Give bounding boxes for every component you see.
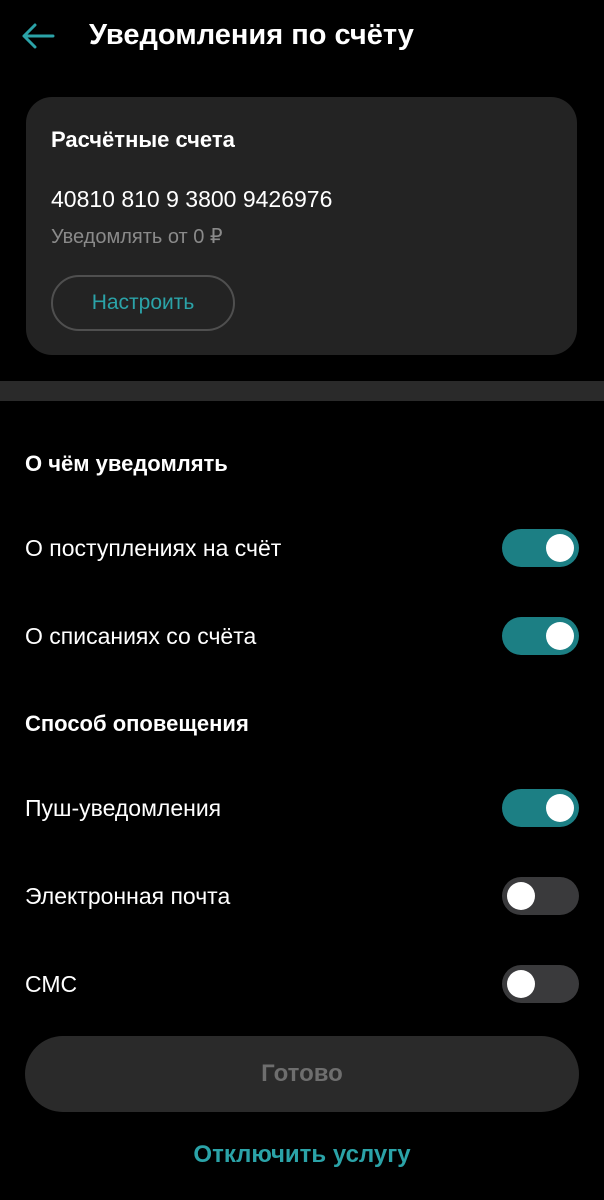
toggle-knob xyxy=(507,970,535,998)
toggle-label: О поступлениях на счёт xyxy=(25,535,282,561)
toggle-row-sms: СМС xyxy=(0,954,604,1014)
toggle-knob xyxy=(507,882,535,910)
account-card-title: Расчётные счета xyxy=(51,127,235,152)
incoming-toggle[interactable] xyxy=(502,529,579,567)
toggle-label: СМС xyxy=(25,971,78,997)
section-title-method: Способ оповещения xyxy=(25,711,249,736)
setup-button[interactable]: Настроить xyxy=(51,275,235,331)
back-button[interactable] xyxy=(14,12,62,60)
toggle-row-push: Пуш-уведомления xyxy=(0,778,604,838)
sms-toggle[interactable] xyxy=(502,965,579,1003)
disable-service-link[interactable]: Отключить услугу xyxy=(0,1138,604,1172)
app-header: Уведомления по счёту xyxy=(0,0,604,72)
toggle-row-incoming: О поступлениях на счёт xyxy=(0,518,604,578)
toggle-label: Электронная почта xyxy=(25,883,231,909)
section-title-what: О чём уведомлять xyxy=(25,451,228,476)
notify-threshold: Уведомлять от 0 ₽ xyxy=(51,226,223,248)
account-card: Расчётные счета 40810 810 9 3800 9426976… xyxy=(26,97,577,355)
outgoing-toggle[interactable] xyxy=(502,617,579,655)
toggle-label: О списаниях со счёта xyxy=(25,623,257,649)
toggle-row-email: Электронная почта xyxy=(0,866,604,926)
toggle-row-outgoing: О списаниях со счёта xyxy=(0,606,604,666)
toggle-knob xyxy=(546,794,574,822)
toggle-knob xyxy=(546,534,574,562)
toggle-label: Пуш-уведомления xyxy=(25,795,222,821)
email-toggle[interactable] xyxy=(502,877,579,915)
section-divider xyxy=(0,381,604,401)
account-number: 40810 810 9 3800 9426976 xyxy=(51,186,333,212)
toggle-knob xyxy=(546,622,574,650)
done-button[interactable]: Готово xyxy=(25,1036,579,1112)
arrow-left-icon xyxy=(22,23,55,49)
page-title: Уведомления по счёту xyxy=(89,19,414,51)
push-toggle[interactable] xyxy=(502,789,579,827)
